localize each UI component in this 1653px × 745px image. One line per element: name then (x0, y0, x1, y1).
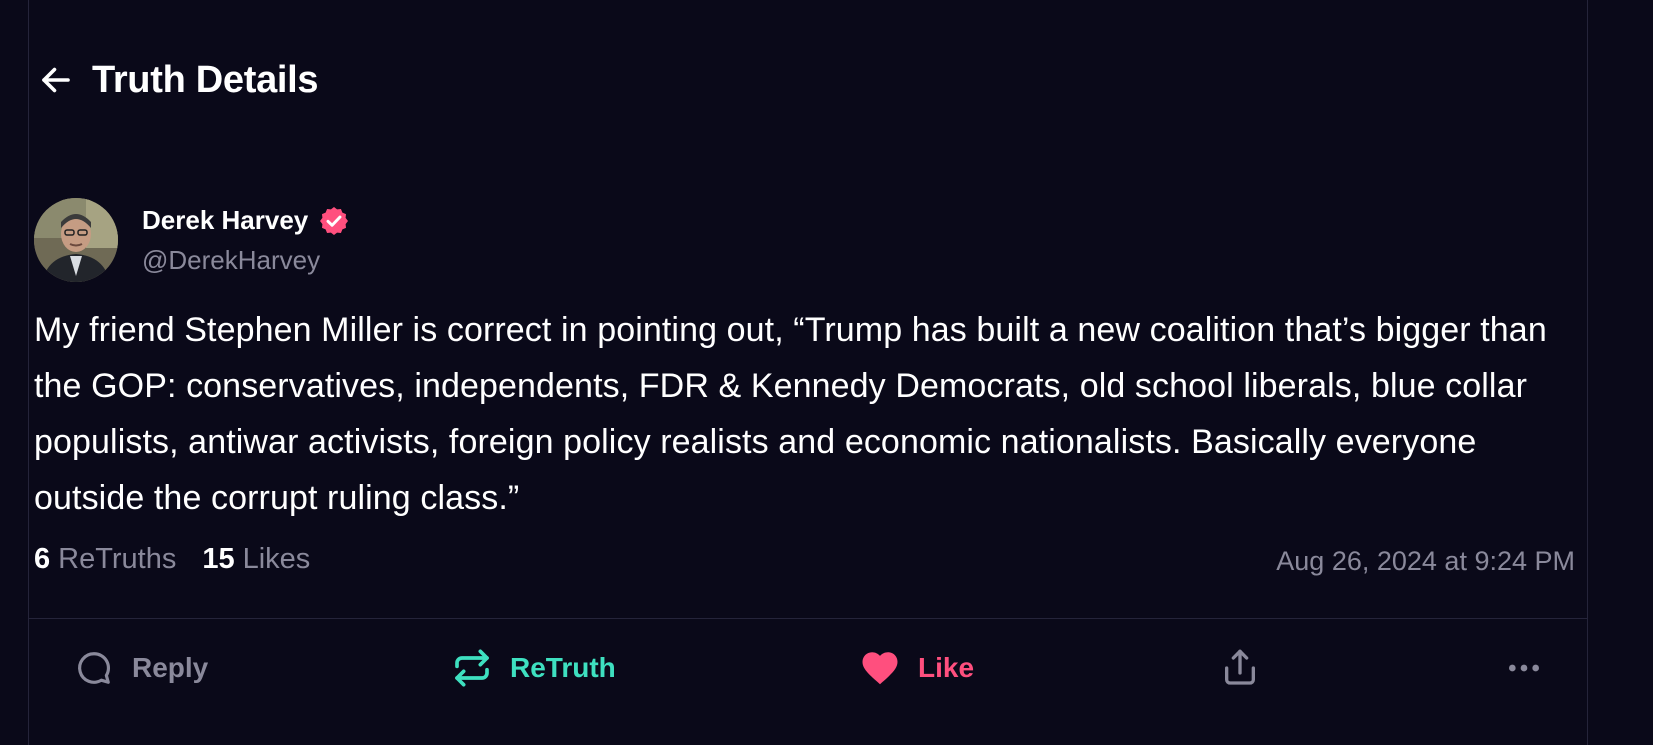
heart-icon (858, 646, 902, 690)
author-display-name[interactable]: Derek Harvey (142, 205, 308, 236)
arrow-left-icon (42, 67, 70, 93)
author-meta: Derek Harvey @DerekHarvey (142, 205, 350, 276)
verified-badge-icon (318, 205, 350, 237)
truth-details-page: Truth Details Derek Harvey @DerekHarvey … (0, 0, 1653, 745)
more-options-button[interactable] (1502, 645, 1546, 691)
reply-label: Reply (132, 652, 209, 683)
retruths-label: ReTruths (58, 543, 177, 575)
speech-bubble-icon (72, 646, 116, 690)
avatar[interactable] (34, 198, 118, 282)
repost-arrows-icon (450, 646, 494, 690)
post-text: My friend Stephen Miller is correct in p… (34, 311, 1547, 517)
likes-count: 15 (202, 543, 235, 575)
like-button[interactable]: Like (858, 645, 974, 691)
post-author: Derek Harvey @DerekHarvey (34, 198, 350, 282)
divider (28, 618, 1588, 619)
retruths-stat[interactable]: 6 ReTruths (34, 543, 176, 576)
share-upload-icon (1218, 646, 1262, 690)
back-button[interactable] (36, 60, 76, 100)
name-row: Derek Harvey (142, 205, 350, 237)
page-title: Truth Details (92, 58, 319, 101)
post-timestamp: Aug 26, 2024 at 9:24 PM (1276, 546, 1575, 576)
retruths-count: 6 (34, 543, 51, 575)
retruth-label: ReTruth (510, 652, 616, 683)
avatar-image (34, 198, 118, 282)
retruth-button[interactable]: ReTruth (450, 645, 616, 691)
more-horizontal-icon (1502, 646, 1546, 690)
reply-button[interactable]: Reply (72, 645, 208, 691)
like-label: Like (918, 652, 975, 683)
author-handle[interactable]: @DerekHarvey (142, 245, 350, 276)
share-button[interactable] (1218, 645, 1262, 691)
header: Truth Details (36, 50, 319, 110)
likes-label: Likes (242, 543, 311, 575)
likes-stat[interactable]: 15 Likes (202, 543, 310, 576)
post-stats: 6 ReTruths 15 Likes (34, 543, 336, 576)
